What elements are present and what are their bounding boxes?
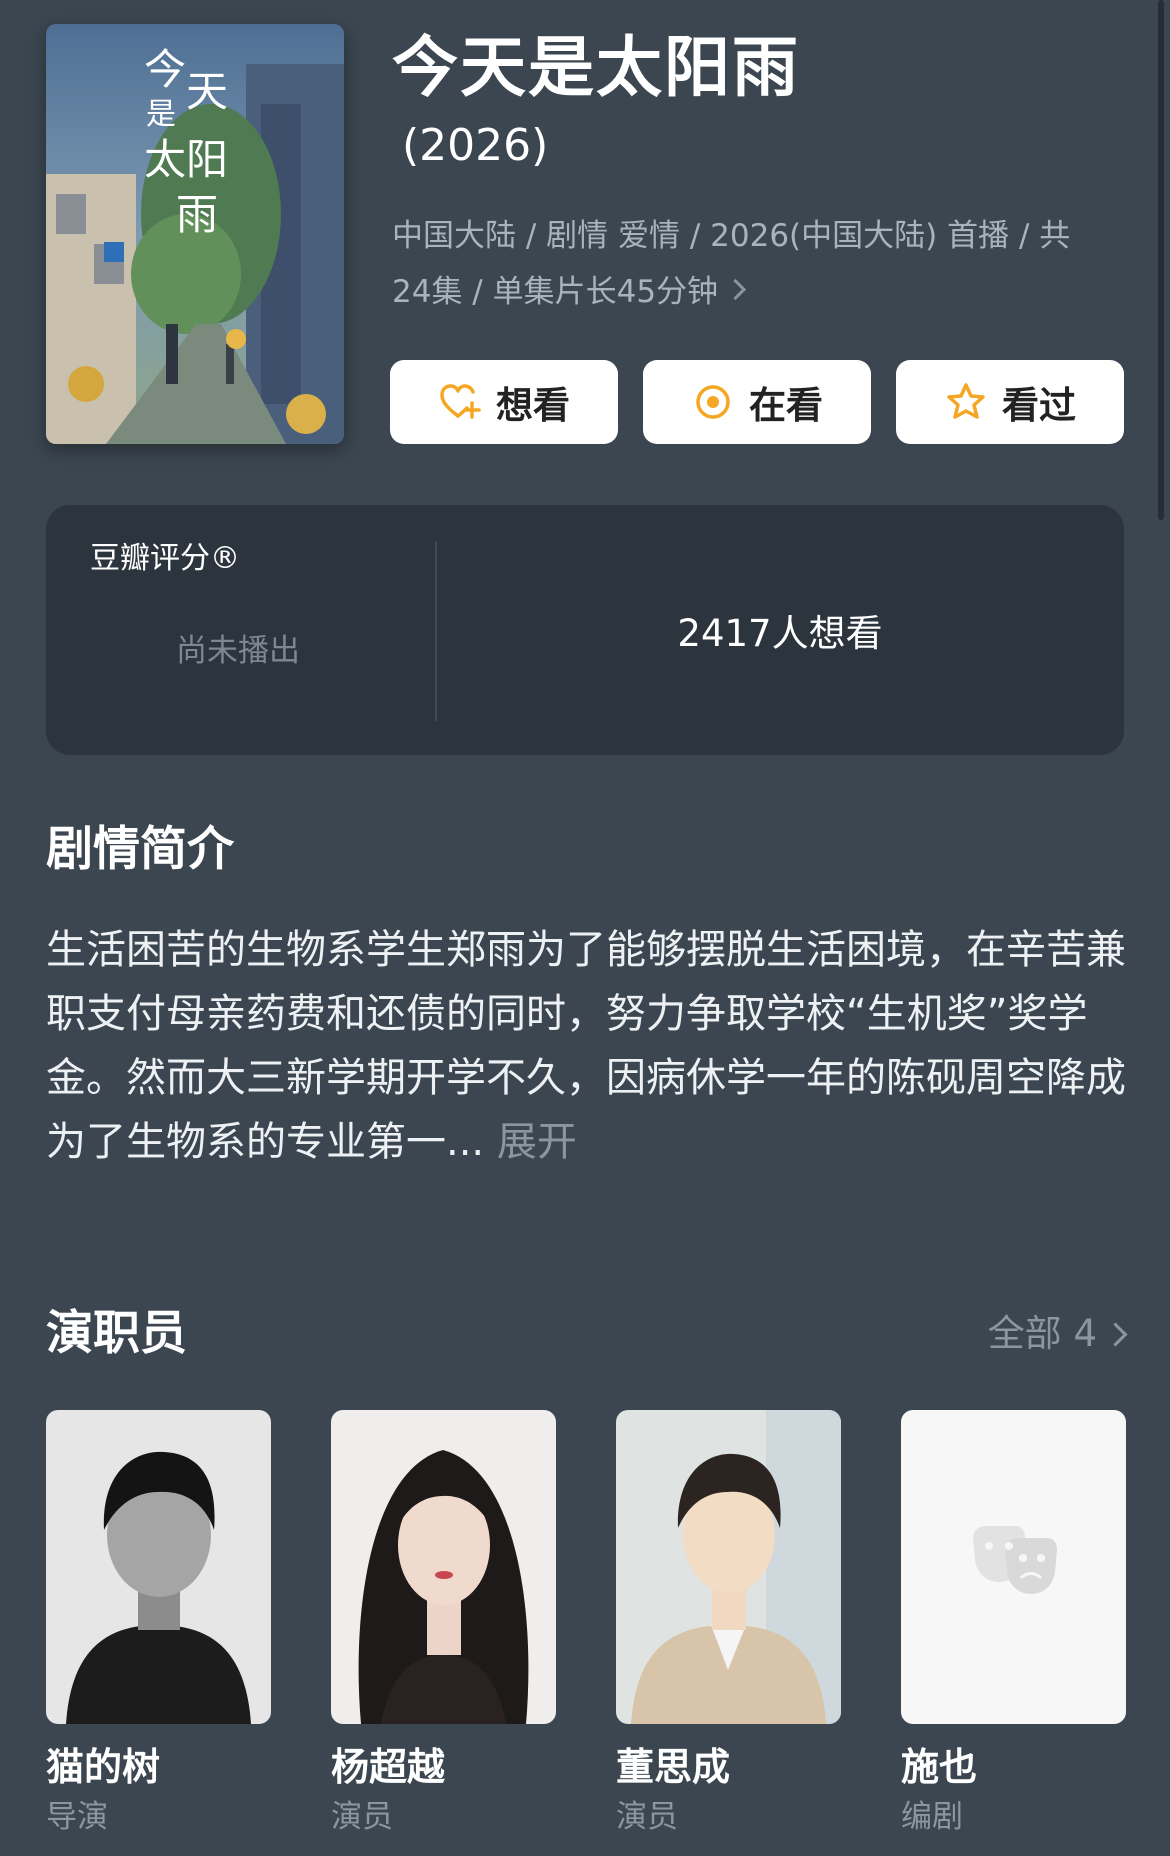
cast-list: 猫的树 导演 杨超越 演员 董思成 演员 施也 编剧 — [46, 1410, 1126, 1840]
watched-label: 看过 — [1002, 384, 1076, 427]
cast-role: 编剧 — [901, 1799, 963, 1835]
cast-name: 施也 — [901, 1745, 978, 1789]
chevron-right-icon — [1103, 1321, 1128, 1347]
cast-role: 演员 — [331, 1799, 393, 1835]
wish-count[interactable]: 2417人想看 — [436, 505, 1124, 755]
svg-text:太: 太 — [144, 135, 186, 184]
cast-section-title: 演职员 — [46, 1306, 187, 1361]
synopsis-title: 剧情简介 — [46, 822, 234, 877]
watched-button[interactable]: 看过 — [896, 360, 1124, 444]
star-icon — [944, 380, 988, 424]
cast-photo — [616, 1410, 841, 1724]
svg-text:天: 天 — [186, 67, 228, 116]
synopsis-body: 生活困苦的生物系学生郑雨为了能够摆脱生活困境，在辛苦兼职支付母亲药费和还债的同时… — [46, 927, 1126, 1165]
wish-count-text: 2417人想看 — [677, 612, 883, 655]
synopsis-text: 生活困苦的生物系学生郑雨为了能够摆脱生活困境，在辛苦兼职支付母亲药费和还债的同时… — [46, 918, 1128, 1174]
rating-card: 豆瓣评分® 尚未播出 2417人想看 — [46, 505, 1124, 755]
show-meta-info[interactable]: 中国大陆 / 剧情 爱情 / 2026(中国大陆) 首播 / 共24集 / 单集… — [392, 208, 1104, 320]
view-all-cast-label: 全部 4 — [987, 1312, 1097, 1355]
view-all-cast-link[interactable]: 全部 4 — [987, 1308, 1128, 1360]
cast-card[interactable]: 董思成 演员 — [616, 1410, 841, 1840]
rating-status: 尚未播出 — [176, 633, 300, 669]
chevron-right-icon — [724, 278, 747, 301]
scrollbar[interactable] — [1158, 0, 1164, 520]
douban-rating-label: 豆瓣评分® — [90, 541, 240, 576]
watching-button[interactable]: 在看 — [643, 360, 871, 444]
cast-role: 演员 — [616, 1799, 678, 1835]
heart-plus-icon — [438, 380, 482, 424]
dot-circle-icon — [691, 380, 735, 424]
svg-text:今: 今 — [144, 45, 186, 94]
cast-name: 猫的树 — [46, 1745, 161, 1789]
show-year: (2026) — [402, 120, 549, 171]
cast-photo-placeholder — [901, 1410, 1126, 1724]
svg-text:是: 是 — [146, 97, 176, 132]
mark-actions: 想看 在看 看过 — [390, 360, 1124, 444]
expand-synopsis-link[interactable]: 展开 — [497, 1119, 577, 1165]
cast-photo — [46, 1410, 271, 1724]
cast-photo — [331, 1410, 556, 1724]
want-to-watch-label: 想看 — [496, 384, 570, 427]
poster-image[interactable]: 今 天 是 太 阳 雨 — [46, 24, 344, 444]
svg-text:雨: 雨 — [176, 190, 218, 239]
cast-name: 杨超越 — [331, 1745, 446, 1789]
cast-card[interactable]: 猫的树 导演 — [46, 1410, 271, 1840]
svg-text:阳: 阳 — [186, 135, 228, 184]
want-to-watch-button[interactable]: 想看 — [390, 360, 618, 444]
cast-card[interactable]: 施也 编剧 — [901, 1410, 1126, 1840]
cast-role: 导演 — [46, 1799, 108, 1835]
cast-name: 董思成 — [616, 1745, 731, 1789]
watching-label: 在看 — [749, 384, 823, 427]
cast-card[interactable]: 杨超越 演员 — [331, 1410, 556, 1840]
show-title: 今天是太阳雨 — [392, 29, 800, 106]
